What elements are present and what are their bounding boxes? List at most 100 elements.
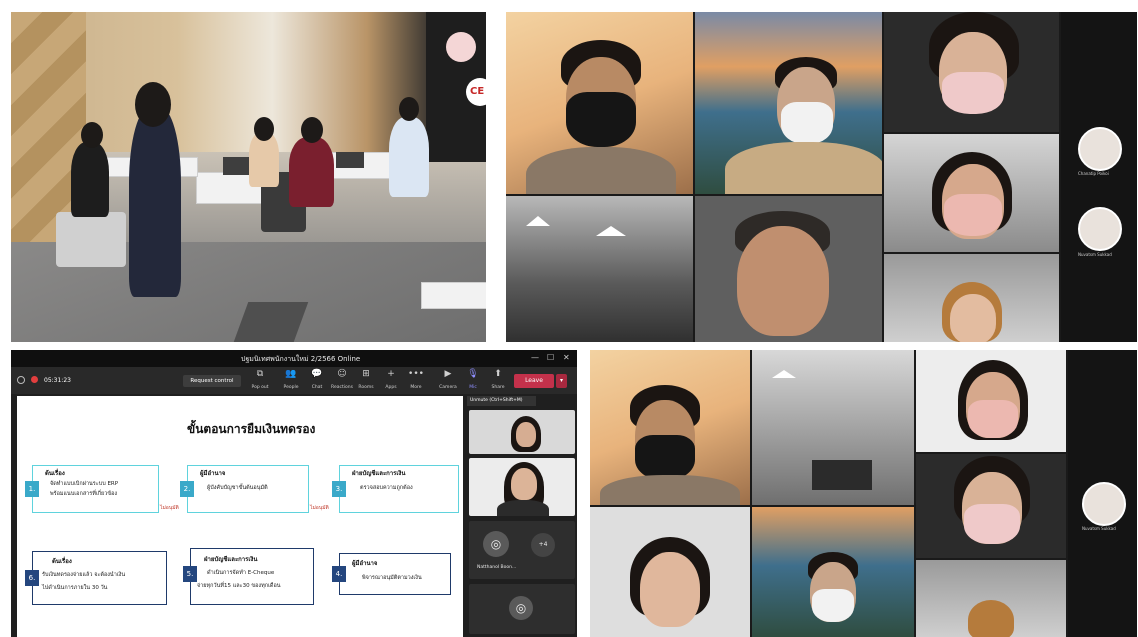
video-tile[interactable] [590, 507, 750, 637]
slide-title: ขั้นตอนการยืมเงินทดรอง [187, 422, 316, 436]
video-tile[interactable] [884, 12, 1059, 132]
minimize-icon[interactable]: — [531, 353, 539, 362]
person-head [135, 82, 171, 127]
participant-body [526, 147, 676, 194]
video-tile[interactable] [752, 507, 914, 637]
video-tile[interactable] [884, 254, 1059, 342]
reactions-icon[interactable]: ☺ [329, 369, 355, 379]
close-icon[interactable]: ✕ [563, 353, 570, 362]
leave-button[interactable]: Leave [514, 374, 554, 388]
more-label: More [410, 385, 422, 390]
participant-face [516, 422, 536, 447]
rooms-icon[interactable]: ⊞ [353, 369, 379, 379]
person-head [301, 117, 323, 143]
step-heading: ต้นเรื่อง [45, 470, 65, 477]
chat-icon[interactable]: 💬 [304, 369, 330, 379]
participant-name: Chanatip Poikoi [1078, 171, 1109, 176]
video-grid-bottom: Nuvatsm Sukkad [590, 350, 1137, 637]
step-text: จ่ายทุกวันที่15 และ30 ของทุกเดือน [197, 583, 281, 589]
participant-hair [968, 600, 1014, 637]
ceiling-light [526, 216, 550, 226]
video-tile[interactable] [916, 350, 1066, 452]
meeting-timer: 05:31:23 [44, 377, 71, 384]
more-icon[interactable]: ••• [403, 369, 429, 379]
video-tile[interactable] [506, 196, 693, 342]
person-icon: ◎ [509, 596, 533, 620]
video-tile[interactable] [469, 410, 575, 454]
step-number: 4. [332, 566, 346, 582]
participant-tile[interactable]: ◎ [469, 584, 575, 634]
classroom-photo: CE [11, 12, 486, 342]
step-number: 5. [183, 566, 197, 582]
face-mask [942, 72, 1004, 114]
step-number: 6. [25, 570, 39, 586]
step-text: พร้อมแนบเอกสารที่เกี่ยวข้อง [50, 491, 118, 497]
video-tile[interactable] [752, 350, 914, 505]
step-text: รับเงินทดรองจ่ายแล้ว จะต้องนำเงิน [42, 572, 126, 578]
person-head [81, 122, 103, 148]
video-tile[interactable] [916, 560, 1066, 637]
video-tile[interactable] [469, 458, 575, 516]
video-tile[interactable] [916, 454, 1066, 558]
avatar[interactable] [1082, 482, 1126, 526]
person-presenter [389, 117, 429, 197]
chevron-down-icon[interactable]: ▾ [556, 374, 567, 388]
video-grid-top: Chanatip Poikoi Nuvatsm Sukkad [506, 12, 1137, 342]
step-number: 2. [180, 481, 194, 497]
step-heading: ผู้มีอำนาจ [352, 560, 378, 567]
step-heading: ต้นเรื่อง [52, 558, 72, 565]
laptop [223, 157, 249, 175]
people-label: People [283, 385, 299, 390]
step-text: ไปดำเนินการภายใน 30 วัน [42, 585, 108, 591]
avatar[interactable] [1078, 207, 1122, 251]
participant-tile[interactable]: ◎ +4 Natthanol Boon... [469, 521, 575, 579]
camera-icon[interactable]: ▶ [435, 369, 461, 379]
pop-out-icon[interactable]: ⧉ [247, 369, 273, 379]
reactions-label: Reactions [331, 385, 353, 390]
pop-out-label: Pop out [251, 385, 269, 390]
more-participants-badge[interactable]: +4 [531, 533, 555, 557]
person-seated [71, 142, 109, 217]
person-seated [289, 137, 334, 207]
video-tile[interactable] [590, 350, 750, 505]
participant-face [950, 294, 996, 342]
participant-face [511, 468, 537, 500]
video-tile[interactable] [695, 196, 882, 342]
participant-body [725, 142, 882, 194]
not-approved-label: ไม่อนุมัติ [160, 505, 179, 511]
laptop [336, 152, 364, 168]
banner-logo: CE [466, 78, 486, 106]
face-mask [968, 400, 1018, 438]
video-tile[interactable] [695, 12, 882, 194]
people-icon[interactable]: 👥 [278, 369, 304, 379]
participant-panel: Unmute (Ctrl+Shift+M) ◎ +4 Natthanol Boo… [467, 396, 577, 637]
request-control-button[interactable]: Request control [183, 375, 241, 387]
step-text: พิจารณาอนุมัติตามวงเงิน [362, 575, 422, 581]
apps-icon[interactable]: + [378, 369, 404, 379]
ceiling-light [596, 226, 626, 236]
maximize-icon[interactable]: ☐ [547, 353, 554, 362]
avatar[interactable] [1078, 127, 1122, 171]
step-heading: ผู้มีอำนาจ [200, 470, 226, 477]
share-icon[interactable]: ⬆ [485, 369, 511, 379]
person-head [254, 117, 274, 141]
ceiling-light [772, 370, 796, 378]
window-title: ปฐมนิเทศพนักงานใหม่ 2/2566 Online [241, 355, 361, 363]
participant-sidebar: Nuvatsm Sukkad [1068, 350, 1137, 637]
participant-face [737, 226, 829, 336]
participant-sidebar: Chanatip Poikoi Nuvatsm Sukkad [1061, 12, 1137, 342]
face-mask [781, 102, 833, 144]
shield-icon [17, 376, 25, 384]
video-tile[interactable] [506, 12, 693, 194]
desk [421, 282, 486, 309]
face-mask [964, 504, 1020, 544]
mic-icon[interactable]: 🎙 [460, 369, 486, 379]
camera-label: Camera [439, 385, 457, 390]
unmute-tooltip: Unmute (Ctrl+Shift+M) [467, 396, 536, 406]
step-heading: ฝ่ายบัญชีและการเงิน [204, 556, 258, 563]
step-number: 1. [25, 481, 39, 497]
video-tile[interactable] [884, 134, 1059, 252]
step-text: ผู้บังคับบัญชาขั้นต้นอนุมัติ [207, 485, 268, 491]
meeting-toolbar: 05:31:23 Request control ⧉ Pop out 👥 Peo… [11, 367, 577, 394]
person-head [399, 97, 419, 121]
